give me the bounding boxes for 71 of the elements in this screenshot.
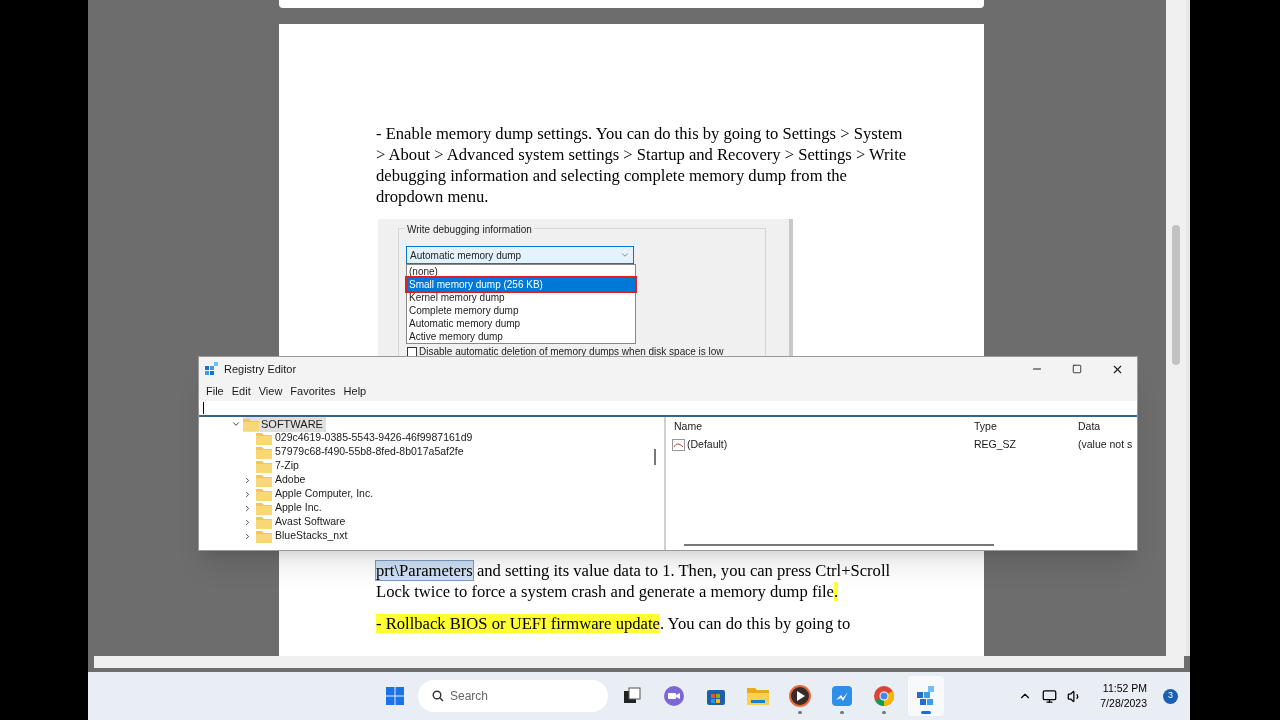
- folder-icon: [256, 431, 272, 445]
- folder-icon: [256, 459, 272, 473]
- menu-item[interactable]: File: [203, 382, 227, 400]
- menu-item[interactable]: Favorites: [287, 382, 339, 400]
- tree-item[interactable]: 7-Zip: [256, 458, 299, 474]
- folder-icon: [747, 686, 769, 706]
- paragraph: - Enable memory dump settings. You can do this by going to Settings > System > About > Advanced system settings > Startup and Recovery > Settings > Write debugging information and selecting complete memory dump from the dropdown menu.: [376, 123, 908, 207]
- cubes-icon: [205, 362, 219, 376]
- tree-item[interactable]: Adobe: [256, 472, 306, 488]
- scrollbar-thumb[interactable]: [1172, 225, 1180, 365]
- dropdown[interactable]: Automatic memory dump: [406, 246, 634, 264]
- search-field[interactable]: Search: [418, 680, 608, 712]
- menu-item[interactable]: Help: [340, 382, 370, 400]
- tree-item[interactable]: Apple Computer, Inc.: [256, 486, 374, 502]
- dropdown-option[interactable]: (none): [407, 265, 635, 278]
- vertical-scrollbar[interactable]: [1166, 0, 1186, 656]
- scrollbar-thumb[interactable]: [654, 449, 656, 465]
- expand-icon[interactable]: [243, 517, 252, 527]
- table-cell-text: (value not s: [1078, 437, 1134, 453]
- lightning-app-icon: [831, 685, 853, 707]
- folder-icon: [243, 417, 259, 431]
- folder-icon: [256, 501, 272, 515]
- checkbox[interactable]: [407, 346, 417, 357]
- chevron-down-icon[interactable]: [231, 419, 241, 429]
- clock-time[interactable]: 11:52 PM: [1102, 681, 1147, 696]
- tree-item[interactable]: 57979c68-f490-55b8-8fed-8b017a5af2fe: [256, 444, 464, 460]
- expand-icon[interactable]: [243, 475, 252, 485]
- table-cell: (Default): [687, 437, 728, 453]
- menu-item[interactable]: Edit: [228, 382, 254, 400]
- folder-icon: [256, 529, 272, 543]
- tree-item[interactable]: 029c4619-0385-5543-9426-46f9987161d9: [256, 430, 473, 446]
- horizontal-scrollbar[interactable]: [94, 656, 1184, 668]
- address-field[interactable]: [199, 401, 1137, 417]
- tree-item[interactable]: BlueStacks_nxt: [256, 528, 348, 544]
- dropdown-option[interactable]: Active memory dump: [407, 330, 635, 343]
- tree-item[interactable]: Apple Inc.: [256, 500, 322, 516]
- column-header[interactable]: Data: [1078, 419, 1137, 435]
- table-cell-text: REG_SZ: [974, 437, 1017, 453]
- tree-item[interactable]: SOFTWARE: [243, 417, 326, 433]
- checkbox-label: Disable automatic deletion of memory dumps when disk space is low: [419, 345, 724, 358]
- task-view-icon: [622, 686, 642, 706]
- menu-item[interactable]: View: [255, 382, 286, 400]
- scrollbar-thumb[interactable]: [684, 544, 994, 546]
- column-header[interactable]: Name: [666, 419, 974, 435]
- dropdown-option[interactable]: Automatic memory dump: [407, 317, 635, 330]
- paragraph: - Rollback BIOS or UEFI firmware update. You can do this by going to: [376, 613, 852, 634]
- window-title: Registry Editor: [224, 361, 298, 377]
- clock-date[interactable]: 7/28/2023: [1100, 696, 1147, 711]
- paragraph: prt\Parameters and setting its value data to 1. Then, you can press Ctrl+Scroll Lock twice to force a system crash and generate a memory dump file.: [376, 560, 892, 602]
- folder-icon: [256, 487, 272, 501]
- dropdown-option[interactable]: Complete memory dump: [407, 304, 635, 317]
- dropdown-option[interactable]: Small memory dump (256 KB): [407, 278, 635, 291]
- dropdown-option[interactable]: Kernel memory dump: [407, 291, 635, 304]
- play-icon: [789, 685, 811, 707]
- maximize-icon: [1072, 364, 1082, 374]
- folder-icon: [256, 515, 272, 529]
- folder-icon: [256, 445, 272, 459]
- search-icon: [432, 690, 444, 702]
- caret-icon: [620, 250, 630, 260]
- video-camera-icon: [663, 685, 685, 707]
- notification-badge[interactable]: 3: [1163, 688, 1178, 704]
- column-header[interactable]: Type: [974, 419, 1078, 435]
- cubes-icon: [915, 685, 937, 707]
- expand-icon[interactable]: [243, 531, 252, 541]
- expand-icon[interactable]: [243, 489, 252, 499]
- expand-icon[interactable]: [243, 503, 252, 513]
- group-label: Write debugging information: [405, 222, 534, 237]
- browser-icon: [873, 685, 895, 707]
- folder-icon: [256, 473, 272, 487]
- tree-item[interactable]: Avast Software: [256, 514, 346, 530]
- windows-icon: [386, 687, 404, 705]
